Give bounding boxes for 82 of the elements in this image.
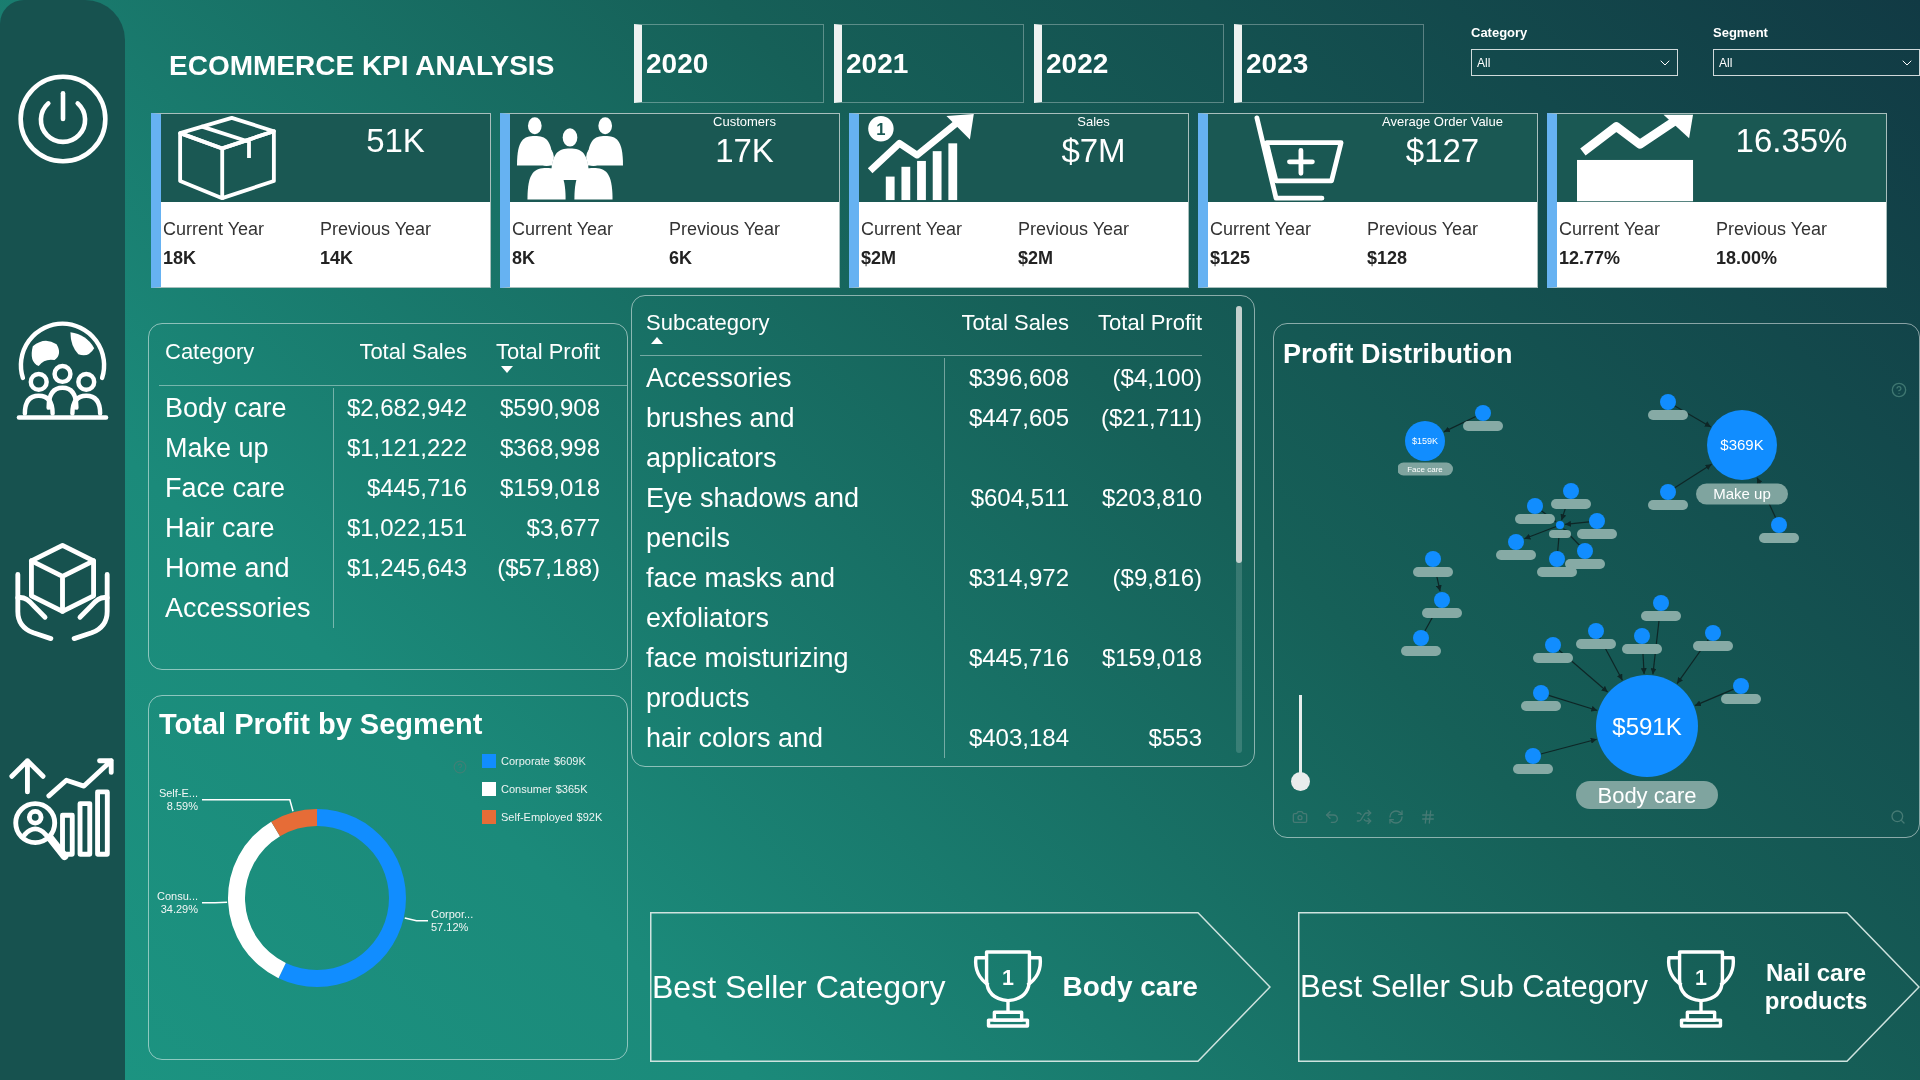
table-cell-text: $553 <box>1147 723 1202 753</box>
table-cell-text: $447,605 <box>967 403 1069 433</box>
table-cell-text: ($57,188) <box>496 553 600 583</box>
legend-value: $92K <box>576 810 603 824</box>
table-cell-text: $604,511 <box>969 483 1069 513</box>
table-cell-text: $403,184 <box>967 723 1069 753</box>
kpi-label: Previous Year <box>669 218 781 240</box>
node-label: Make up <box>1696 483 1788 505</box>
kpi-subvalue: 8K <box>512 247 535 269</box>
kpi-title: Sales <box>1077 114 1110 129</box>
legend-value: $365K <box>555 782 588 796</box>
table-cell: Hair care <box>159 508 334 548</box>
kpi-subvalue: 14K <box>320 247 354 269</box>
legend-label: Corporate <box>501 754 550 768</box>
slice-percent: 57.12% <box>431 920 469 933</box>
kpi-label: Current Year <box>512 218 614 240</box>
slice-name: Consu... <box>157 889 198 902</box>
node-label: Face care <box>1398 462 1453 476</box>
kpi-title: Customers <box>713 114 776 129</box>
table-cell-text: $3,677 <box>525 513 600 543</box>
table-cell: Face care <box>159 468 334 508</box>
kpi-value: 51K <box>366 122 425 160</box>
slice-percent: 34.29% <box>160 902 198 915</box>
kpi-label: Current Year <box>1559 218 1661 240</box>
table-cell-text: $203,810 <box>1100 483 1202 513</box>
table-cell-text: ($4,100) <box>1111 363 1202 393</box>
best-seller-value: Nail care products <box>1763 959 1869 1015</box>
legend-value: $609K <box>553 754 586 768</box>
kpi-label: Current Year <box>1210 218 1312 240</box>
table-cell-text: $1,022,151 <box>345 513 467 543</box>
table-cell-text: $314,972 <box>967 563 1069 593</box>
table-cell: brushes and applicators <box>640 398 945 478</box>
table-cell-text: $396,608 <box>967 363 1069 393</box>
filter-label: Category <box>1471 25 1528 41</box>
slice-percent: 8.59% <box>166 799 198 812</box>
kpi-value: $7M <box>1061 132 1126 170</box>
legend-label: Consumer <box>501 782 552 796</box>
filter-label: Segment <box>1713 25 1768 41</box>
kpi-subvalue: $128 <box>1367 247 1408 269</box>
best-seller-value: Body care <box>1062 970 1198 1004</box>
kpi-label: Previous Year <box>1018 218 1130 240</box>
table-cell: Accessories <box>640 358 945 398</box>
table-cell: Make up <box>159 428 334 468</box>
kpi-subvalue: 18.00% <box>1716 247 1778 269</box>
chart-title: Total Profit by Segment <box>159 707 483 741</box>
table-cell-text: $445,716 <box>365 473 467 503</box>
table-cell-text: $1,245,643 <box>345 553 467 583</box>
legend-label: Self-Employed <box>501 810 573 824</box>
best-seller-label: Best Seller Category <box>652 968 946 1007</box>
table-cell-text: $2,682,942 <box>345 393 467 423</box>
kpi-label: Previous Year <box>1716 218 1828 240</box>
kpi-label: Current Year <box>861 218 963 240</box>
chart-title: Profit Distribution <box>1283 338 1513 370</box>
slice-name: Self-E... <box>158 786 198 799</box>
best-seller-label: Best Seller Sub Category <box>1300 968 1649 1006</box>
kpi-label: Previous Year <box>1367 218 1479 240</box>
kpi-label: Current Year <box>163 218 265 240</box>
kpi-value: $127 <box>1405 132 1480 170</box>
table-cell-text: ($9,816) <box>1111 563 1202 593</box>
table-cell-text: $590,908 <box>498 393 600 423</box>
table-cell-text: ($21,711) <box>1100 403 1202 433</box>
table-cell-text: $1,121,222 <box>345 433 467 463</box>
kpi-subvalue: $2M <box>861 247 896 269</box>
table-cell-text: $159,018 <box>1100 643 1202 673</box>
kpi-title: Average Order Value <box>1382 114 1503 129</box>
kpi-value: 17K <box>715 132 774 170</box>
table-cell-text: $445,716 <box>967 643 1069 673</box>
kpi-subvalue: $125 <box>1210 247 1251 269</box>
kpi-subvalue: 18K <box>163 247 197 269</box>
slice-name: Corpor... <box>431 907 474 920</box>
kpi-subvalue: $2M <box>1018 247 1053 269</box>
kpi-value: 16.35% <box>1735 122 1848 160</box>
table-cell-text: $159,018 <box>498 473 600 503</box>
node-label: Body care <box>1576 781 1718 809</box>
dashboard-title: ECOMMERCE KPI ANALYSIS <box>169 49 556 83</box>
table-cell: Body care <box>159 388 334 428</box>
kpi-label: Previous Year <box>320 218 432 240</box>
table-cell-text: $368,998 <box>498 433 600 463</box>
table-cell: hair colors and <box>640 718 945 758</box>
kpi-subvalue: 12.77% <box>1559 247 1621 269</box>
kpi-subvalue: 6K <box>669 247 692 269</box>
table-cell: Home and Accessories <box>159 548 334 628</box>
